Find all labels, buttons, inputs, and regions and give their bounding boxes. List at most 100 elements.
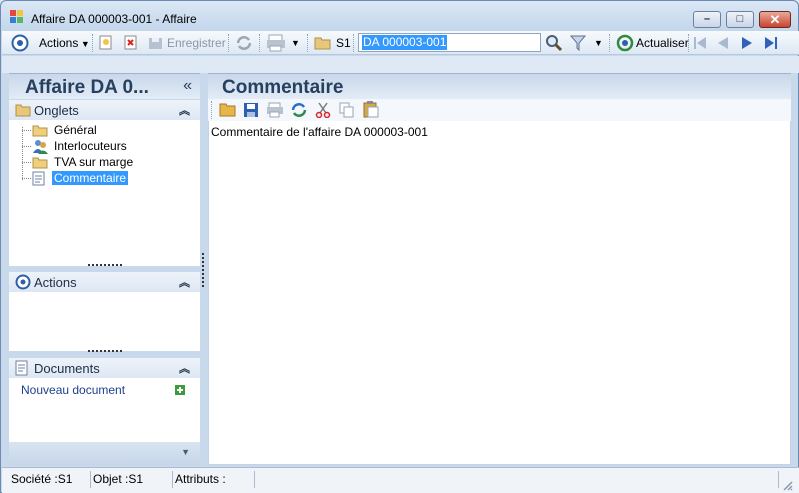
copy-icon[interactable] [339,102,355,118]
save-disk-icon[interactable] [243,102,259,118]
toolbar-separator [259,34,260,52]
last-record-icon[interactable] [763,35,779,51]
toolbar-grip [211,101,212,119]
status-company: Société :S1 [3,471,91,488]
chevron-down-icon[interactable]: ▼ [181,447,190,457]
page-title: Commentaire [222,77,344,98]
company-selector[interactable]: S1 [336,34,351,52]
tree-connector [22,162,31,163]
add-icon[interactable] [175,385,185,395]
sync-icon[interactable] [235,35,253,51]
actions-section-label: Actions [34,275,77,290]
minimize-icon: – [703,13,711,25]
tabs-section-header[interactable]: Onglets ︽ [9,100,200,120]
left-panel-header: Affaire DA 0... « [9,73,200,99]
tab-label: Général [54,123,97,137]
paste-icon[interactable] [363,101,379,118]
toolbar-separator [228,34,229,52]
chevron-up-icon[interactable]: ︽ [179,360,190,376]
tabs-list: Général Interlocuteurs TVA sur marge Com… [9,120,200,266]
search-input-value: DA 000003-001 [362,35,448,50]
application-window: Affaire DA 000003-001 - Affaire – □ ✕ Ac… [0,0,799,493]
contacts-icon [32,139,48,154]
save-button[interactable]: Enregistrer [167,34,226,52]
chevron-down-icon: ▼ [78,39,90,49]
document-icon [32,171,46,186]
actions-menu[interactable]: Actions ▼ [39,34,90,52]
print-icon[interactable] [266,34,286,52]
actions-target-icon [15,274,31,290]
tab-label: Interlocuteurs [54,139,127,153]
panel-splitter[interactable] [202,253,204,287]
maximize-button[interactable]: □ [726,11,754,28]
first-record-icon[interactable] [692,35,708,51]
record-search-input[interactable]: DA 000003-001 [358,33,541,52]
tab-label: TVA sur marge [54,155,134,169]
cut-icon[interactable] [315,102,331,118]
comment-editor[interactable]: Commentaire de l'affaire DA 000003-001 [208,121,791,465]
toolbar-separator [353,34,354,52]
toolbar-separator [92,34,93,52]
status-empty [255,471,779,488]
tab-general[interactable]: Général [32,123,97,138]
tree-connector [22,130,31,131]
filter-dropdown-icon[interactable]: ▼ [594,34,603,52]
tree-connector [22,178,31,179]
delete-record-icon[interactable] [123,35,139,51]
actions-section-header[interactable]: Actions ︽ [9,272,200,292]
sync-icon[interactable] [290,102,308,118]
toolbar-separator [307,34,308,52]
search-icon[interactable] [545,34,563,52]
tree-connector [22,146,31,147]
actions-menu-label: Actions [39,36,79,50]
refresh-icon[interactable] [616,34,634,52]
comment-text[interactable]: Commentaire de l'affaire DA 000003-001 [211,125,428,139]
chevron-up-icon[interactable]: ︽ [179,274,190,290]
document-icon [15,360,29,376]
section-resize-grip[interactable] [88,264,122,266]
actions-list [9,292,200,351]
left-panel-footer[interactable]: ▼ [9,442,200,465]
resize-grip-icon[interactable] [781,479,793,491]
collapse-panel-icon[interactable]: « [183,77,192,95]
folder-icon [15,103,31,117]
window-title: Affaire DA 000003-001 - Affaire [31,12,197,26]
refresh-button[interactable]: Actualiser [636,34,689,52]
folder-icon [32,124,48,137]
open-folder-icon[interactable] [219,102,236,117]
record-title: Affaire DA 0... [25,77,149,98]
tab-tva-sur-marge[interactable]: TVA sur marge [32,155,133,170]
actions-target-icon[interactable] [11,34,29,52]
previous-record-icon[interactable] [715,35,731,51]
tab-label: Commentaire [52,171,129,185]
print-icon[interactable] [266,102,284,118]
filter-icon[interactable] [570,34,586,52]
next-record-icon[interactable] [739,35,755,51]
maximize-icon: □ [736,13,744,25]
tree-connector [22,127,23,180]
app-logo-icon [10,10,24,24]
toolbar-separator [688,34,689,52]
new-record-icon[interactable] [98,35,114,51]
toolbar-spacer [2,56,799,73]
close-icon: ✕ [769,12,781,27]
editor-toolbar [208,99,791,121]
documents-section-label: Documents [34,361,100,376]
status-bar: Société :S1 Objet :S1 Attributs : [2,467,799,493]
save-disk-icon [148,35,164,51]
tabs-section-label: Onglets [34,103,79,118]
chevron-up-icon[interactable]: ︽ [179,102,190,118]
content-header: Commentaire [208,73,791,99]
tab-interlocuteurs[interactable]: Interlocuteurs [32,139,127,154]
title-bar[interactable]: Affaire DA 000003-001 - Affaire – □ ✕ [1,1,798,31]
print-dropdown-icon[interactable]: ▼ [291,34,300,52]
folder-icon [32,156,48,169]
status-object: Objet :S1 [85,471,173,488]
section-resize-grip[interactable] [88,350,122,352]
company-folder-icon [314,36,331,50]
tab-commentaire[interactable]: Commentaire [32,171,129,186]
new-document-link[interactable]: Nouveau document [21,383,125,398]
minimize-button[interactable]: – [693,11,721,28]
documents-section-header[interactable]: Documents ︽ [9,358,200,378]
close-button[interactable]: ✕ [759,11,791,28]
